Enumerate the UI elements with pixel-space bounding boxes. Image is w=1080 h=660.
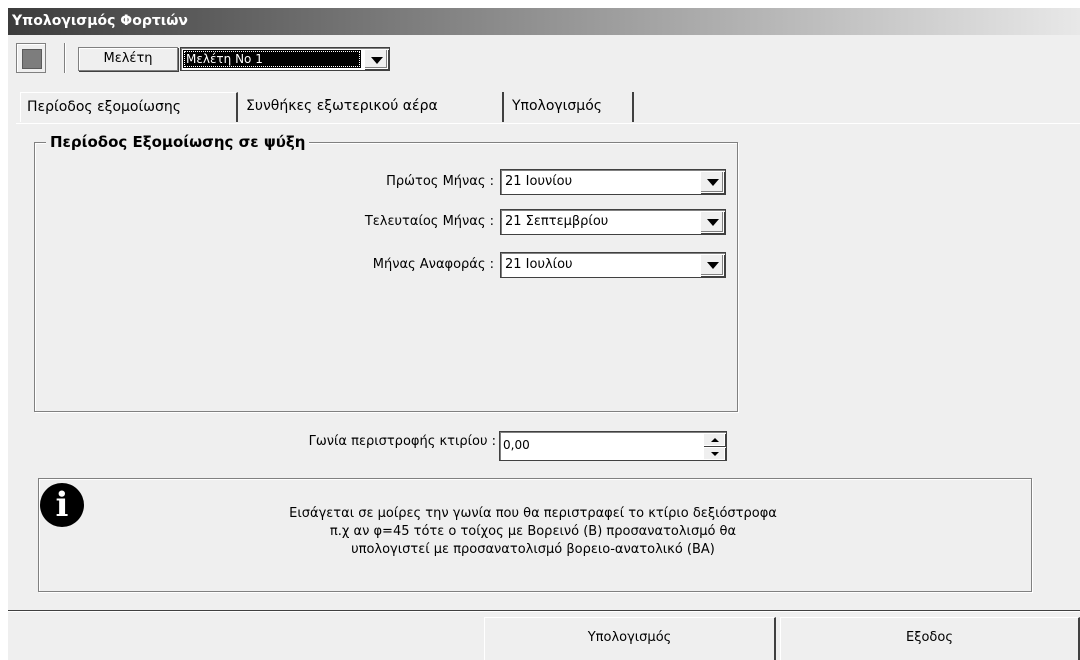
info-line: π.χ αν φ=45 τότε ο τοίχος με Βορεινό (Β)… <box>329 524 737 539</box>
chevron-down-icon[interactable] <box>700 211 724 233</box>
tab-simulation-period[interactable]: Περίοδος εξομοίωσης <box>20 92 238 122</box>
load-calculation-window: Μελέτη Μελέτη Νο 1 Περίοδος εξομοίωσης Σ… <box>8 35 1080 660</box>
window-title: Υπολογισμός Φορτιών <box>8 8 1080 35</box>
decrement-icon[interactable] <box>703 447 725 460</box>
rotation-angle-label: Γωνία περιστροφής κτιρίου : <box>308 434 496 449</box>
info-icon: i <box>40 483 84 527</box>
increment-icon[interactable] <box>703 433 725 446</box>
toolbar-separator <box>64 43 66 73</box>
tab-panel-border <box>16 123 1080 124</box>
study-select[interactable]: Μελέτη Νο 1 <box>180 47 390 71</box>
info-text: Εισάγεται σε μοίρες την γωνία που θα περ… <box>188 505 878 559</box>
reference-month-label: Μήνας Αναφοράς : <box>372 257 494 272</box>
chevron-down-icon[interactable] <box>364 49 388 69</box>
chevron-down-icon[interactable] <box>700 254 724 276</box>
calculate-button[interactable]: Υπολογισμός <box>484 617 776 660</box>
last-month-select[interactable]: 21 Σεπτεμβρίου <box>500 209 726 235</box>
first-month-label: Πρώτος Μήνας : <box>386 174 494 189</box>
last-month-label: Τελευταίος Μήνας : <box>364 214 494 229</box>
color-swatch-button[interactable] <box>22 49 42 69</box>
first-month-select[interactable]: 21 Ιουνίου <box>500 169 726 195</box>
info-line: υπολογιστεί με προσανατολισμό βορειο-ανα… <box>351 542 715 557</box>
tab-calculation[interactable]: Υπολογισμός <box>506 92 634 122</box>
tab-outdoor-air-conditions[interactable]: Συνθήκες εξωτερικού αέρα <box>240 92 504 122</box>
group-title: Περίοδος Εξομοίωσης σε ψύξη <box>46 132 310 152</box>
bottom-separator <box>8 610 1080 612</box>
last-month-value: 21 Σεπτεμβρίου <box>505 214 609 229</box>
study-select-value: Μελέτη Νο 1 <box>183 50 361 68</box>
first-month-value: 21 Ιουνίου <box>505 174 573 189</box>
exit-button[interactable]: Εξοδος <box>780 617 1080 660</box>
reference-month-select[interactable]: 21 Ιουλίου <box>500 252 726 278</box>
info-line: Εισάγεται σε μοίρες την γωνία που θα περ… <box>289 506 777 521</box>
rotation-angle-value[interactable]: 0,00 <box>503 432 530 458</box>
rotation-angle-stepper[interactable]: 0,00 <box>499 431 727 461</box>
study-button[interactable]: Μελέτη <box>78 47 178 71</box>
chevron-down-icon[interactable] <box>700 171 724 193</box>
reference-month-value: 21 Ιουλίου <box>505 257 573 272</box>
